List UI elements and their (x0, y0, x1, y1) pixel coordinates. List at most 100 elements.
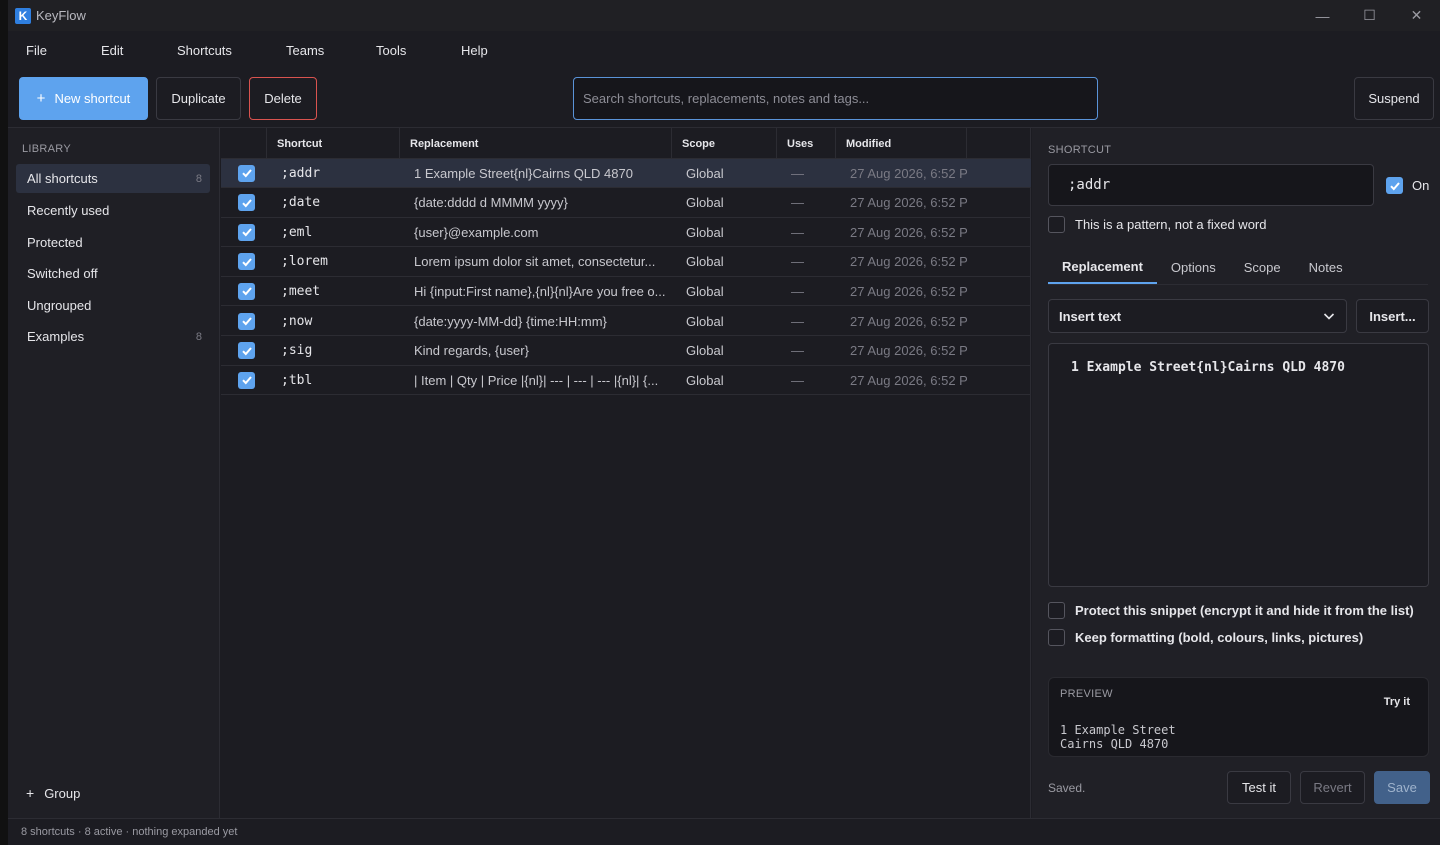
sidebar-item-label: Protected (27, 235, 83, 250)
row-checkbox[interactable] (238, 312, 255, 330)
scope-cell: Global (686, 224, 724, 240)
sidebar-item-protected[interactable]: Protected (16, 228, 210, 257)
insert-button[interactable]: Insert... (1356, 299, 1429, 333)
pattern-label: This is a pattern, not a fixed word (1075, 217, 1267, 232)
row-select-cell (221, 277, 267, 306)
duplicate-button[interactable]: Duplicate (156, 77, 241, 120)
row-select-cell (221, 159, 267, 188)
sidebar-item-all-shortcuts[interactable]: All shortcuts 8 (16, 164, 210, 193)
replacement-cell: | Item | Qty | Price |{nl}| --- | --- | … (414, 372, 659, 388)
formatting-checkbox[interactable] (1048, 629, 1065, 646)
protect-option[interactable]: Protect this snippet (encrypt it and hid… (1048, 602, 1414, 619)
row-checkbox[interactable] (238, 194, 255, 212)
sidebar-item-ungrouped[interactable]: Ungrouped (16, 291, 210, 320)
column-header-modified[interactable]: Modified (836, 128, 967, 159)
menu-edit[interactable]: Edit (101, 43, 123, 58)
formatting-option[interactable]: Keep formatting (bold, colours, links, p… (1048, 629, 1363, 646)
plus-icon: + (36, 90, 46, 107)
row-checkbox[interactable] (238, 282, 255, 300)
column-header-uses[interactable]: Uses (777, 128, 836, 159)
tab-notes[interactable]: Notes (1295, 250, 1357, 284)
tab-replacement[interactable]: Replacement (1048, 250, 1157, 284)
close-icon[interactable]: ✕ (1393, 0, 1440, 31)
column-header-scope[interactable]: Scope (672, 128, 777, 159)
column-header-shortcut[interactable]: Shortcut (267, 128, 400, 159)
menu-shortcuts[interactable]: Shortcuts (177, 43, 232, 58)
replacement-cell: Lorem ipsum dolor sit amet, consectetur.… (414, 254, 656, 270)
plus-icon: + (26, 785, 35, 801)
menu-teams[interactable]: Teams (286, 43, 324, 58)
revert-button[interactable]: Revert (1300, 771, 1365, 804)
shortcut-cell: ;tbl (281, 372, 313, 388)
table-row[interactable]: ;now {date:yyyy-MM-dd} {time:HH:mm} Global… (221, 307, 1031, 336)
preview-text: 1 Example Street Cairns QLD 4870 (1060, 723, 1176, 751)
uses-cell: — (791, 283, 804, 299)
table-row[interactable]: ;eml {user}@example.com Global — 27 Aug 2026… (221, 218, 1031, 248)
try-it-button[interactable]: Try it (1384, 696, 1410, 708)
pattern-option[interactable]: This is a pattern, not a fixed word (1048, 216, 1266, 233)
check-icon (241, 376, 252, 385)
scope-cell: Global (686, 254, 724, 270)
check-icon (241, 198, 252, 208)
check-icon (241, 317, 252, 326)
shortcut-field[interactable]: ;addr (1048, 164, 1374, 206)
sidebar-item-recently-used[interactable]: Recently used (16, 196, 210, 225)
add-group-button[interactable]: + Group (26, 785, 80, 801)
row-select-cell (221, 307, 267, 336)
replacement-cell: 1 Example Street{nl}Cairns QLD 4870 (414, 165, 633, 181)
modified-cell: 27 Aug 2026, 6:52 PM (850, 283, 967, 299)
insert-type-select[interactable]: Insert text (1048, 299, 1347, 333)
row-checkbox[interactable] (238, 253, 255, 271)
preview-label: PREVIEW (1060, 688, 1113, 700)
delete-button[interactable]: Delete (249, 77, 317, 120)
row-checkbox[interactable] (238, 342, 255, 360)
uses-cell: — (791, 165, 804, 181)
modified-cell: 27 Aug 2026, 6:52 PM (850, 165, 967, 181)
test-it-button[interactable]: Test it (1227, 771, 1291, 804)
shortcut-cell: ;date (281, 195, 321, 211)
uses-cell: — (791, 313, 804, 329)
preview-box: PREVIEW Try it 1 Example Street Cairns Q… (1048, 677, 1429, 757)
column-header-replacement[interactable]: Replacement (400, 128, 672, 159)
table-row[interactable]: ;addr 1 Example Street{nl}Cairns QLD 4870… (221, 159, 1031, 188)
sidebar-item-examples[interactable]: Examples 8 (16, 322, 210, 351)
pattern-checkbox[interactable] (1048, 216, 1065, 233)
table-row[interactable]: ;tbl | Item | Qty | Price |{nl}| --- | --… (221, 366, 1031, 396)
table-row[interactable]: ;date {date:dddd d MMMM yyyy} Global — 27 Au… (221, 189, 1031, 218)
library-section-label: LIBRARY (22, 143, 71, 155)
row-checkbox[interactable] (238, 164, 255, 182)
search-input[interactable]: Search shortcuts, replacements, notes an… (573, 77, 1098, 120)
uses-cell: — (791, 195, 804, 211)
menu-tools[interactable]: Tools (376, 43, 406, 58)
new-shortcut-button[interactable]: + New shortcut (19, 77, 148, 120)
sidebar: LIBRARY All shortcuts 8 Recently used Pr… (8, 128, 220, 818)
status-text: 8 shortcuts · 8 active · nothing expande… (21, 826, 238, 838)
table-row[interactable]: ;sig Kind regards, {user} Global — 27 Aug 20… (221, 337, 1031, 366)
enabled-label: On (1412, 178, 1430, 193)
sidebar-item-switched-off[interactable]: Switched off (16, 259, 210, 288)
window-frame (0, 31, 8, 845)
table-row[interactable]: ;lorem Lorem ipsum dolor sit amet, consec… (221, 248, 1031, 277)
tab-scope[interactable]: Scope (1230, 250, 1295, 284)
row-checkbox[interactable] (238, 371, 255, 389)
row-select-cell (221, 188, 267, 217)
replacement-editor[interactable]: 1 Example Street{nl}Cairns QLD 4870 (1048, 343, 1429, 587)
row-checkbox[interactable] (238, 223, 255, 241)
row-select-cell (221, 218, 267, 247)
save-status: Saved. (1048, 781, 1086, 795)
window-controls: — ☐ ✕ (1299, 0, 1440, 31)
toolbar: + New shortcut Duplicate Delete Search s… (8, 69, 1440, 127)
menu-help[interactable]: Help (461, 43, 488, 58)
tab-options[interactable]: Options (1157, 250, 1230, 284)
enabled-checkbox[interactable] (1386, 177, 1403, 194)
shortcut-cell: ;eml (281, 224, 313, 240)
sidebar-item-label: Recently used (27, 203, 110, 218)
table-row[interactable]: ;meet Hi {input:First name},{nl}{nl}Are y… (221, 277, 1031, 307)
menu-file[interactable]: File (26, 43, 47, 58)
maximize-icon[interactable]: ☐ (1346, 0, 1393, 31)
protect-checkbox[interactable] (1048, 602, 1065, 619)
save-button[interactable]: Save (1374, 771, 1430, 804)
minimize-icon[interactable]: — (1299, 0, 1346, 31)
suspend-button[interactable]: Suspend (1354, 77, 1434, 120)
modified-cell: 27 Aug 2026, 6:52 PM (850, 195, 967, 211)
